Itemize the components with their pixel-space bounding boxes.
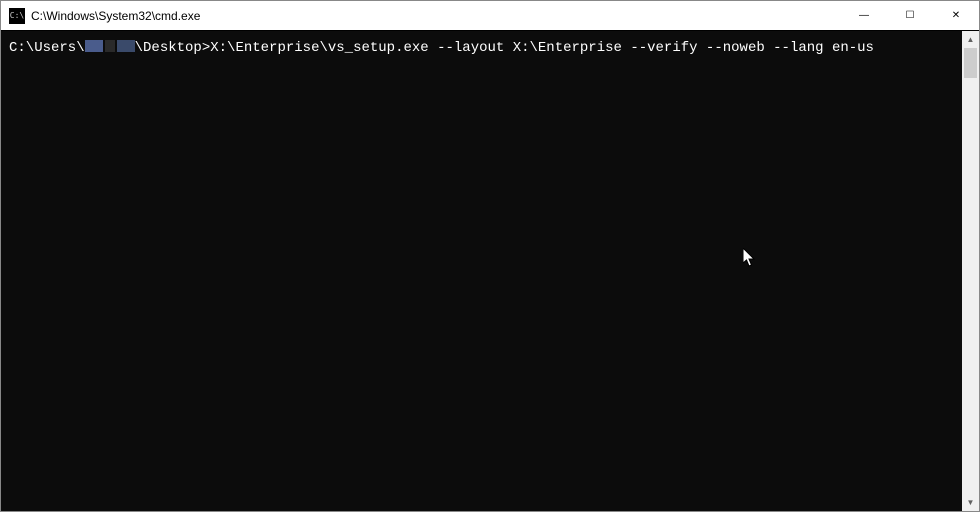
- close-button[interactable]: ✕: [933, 1, 979, 30]
- maximize-icon: ☐: [906, 10, 915, 21]
- prompt-prefix: C:\Users\: [9, 40, 85, 56]
- cmd-icon-text: C:\: [10, 12, 24, 20]
- minimize-button[interactable]: —: [841, 1, 887, 30]
- titlebar[interactable]: C:\ C:\Windows\System32\cmd.exe — ☐ ✕: [1, 1, 979, 31]
- close-icon: ✕: [952, 10, 960, 21]
- terminal-line: C:\Users\ \Desktop>X:\Enterprise\vs_setup…: [9, 39, 962, 57]
- cmd-icon: C:\: [9, 8, 25, 24]
- redacted-username: [85, 40, 103, 52]
- redacted-username: [105, 40, 115, 52]
- terminal-area[interactable]: C:\Users\ \Desktop>X:\Enterprise\vs_setup…: [1, 31, 979, 511]
- maximize-button[interactable]: ☐: [887, 1, 933, 30]
- redacted-username: [117, 40, 135, 52]
- chevron-up-icon: ▲: [967, 35, 975, 44]
- scroll-up-button[interactable]: ▲: [962, 31, 979, 48]
- chevron-down-icon: ▼: [967, 498, 975, 507]
- command-text: X:\Enterprise\vs_setup.exe --layout X:\E…: [210, 40, 874, 56]
- cmd-window: C:\ C:\Windows\System32\cmd.exe — ☐ ✕ C:…: [0, 0, 980, 512]
- vertical-scrollbar[interactable]: ▲ ▼: [962, 31, 979, 511]
- terminal-content[interactable]: C:\Users\ \Desktop>X:\Enterprise\vs_setup…: [1, 31, 962, 511]
- minimize-icon: —: [859, 10, 869, 21]
- window-controls: — ☐ ✕: [841, 1, 979, 30]
- window-title: C:\Windows\System32\cmd.exe: [31, 9, 841, 23]
- prompt-suffix: \Desktop>: [135, 40, 211, 56]
- scroll-track[interactable]: [962, 48, 979, 494]
- scroll-down-button[interactable]: ▼: [962, 494, 979, 511]
- scroll-thumb[interactable]: [964, 48, 977, 78]
